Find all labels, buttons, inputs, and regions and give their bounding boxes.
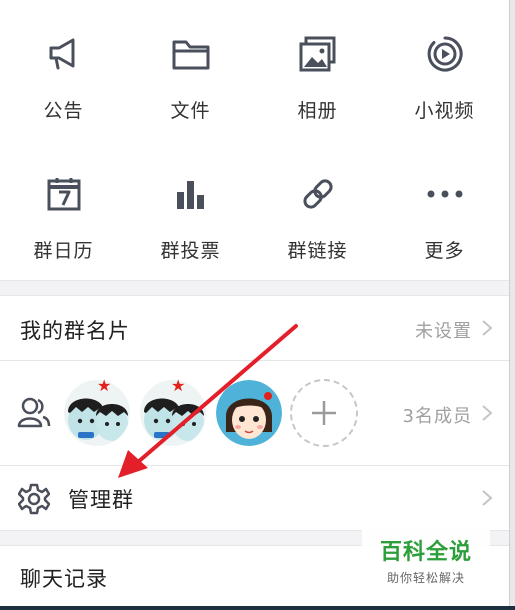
watermark-subtitle: 助你轻松解决: [386, 571, 465, 585]
watermark-title: 百科全说: [379, 540, 472, 565]
annotation-arrow: [118, 324, 298, 478]
window-frame-bottom: [0, 606, 515, 610]
watermark-logo: 百科全说 助你轻松解决: [362, 528, 490, 590]
